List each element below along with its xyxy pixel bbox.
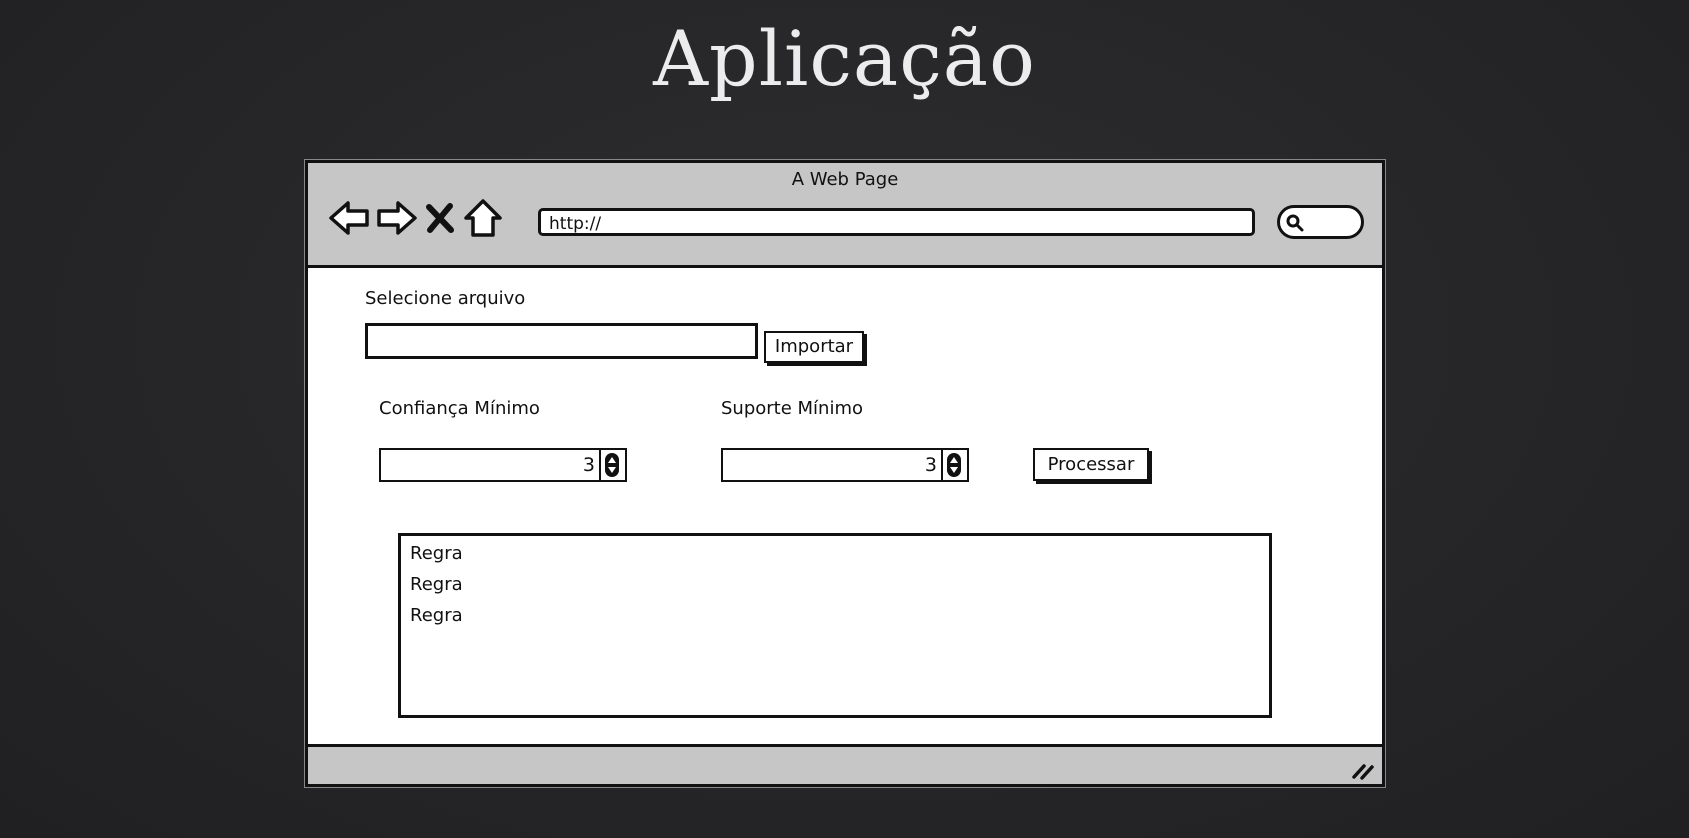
slide-title: Aplicação <box>653 14 1036 103</box>
search-field[interactable] <box>1277 205 1364 239</box>
back-arrow-icon[interactable] <box>328 197 370 239</box>
import-button[interactable]: Importar <box>764 331 864 363</box>
list-item[interactable]: Regra <box>410 540 1260 571</box>
browser-window: A Web Page http:// Selecione arquivo Imp… <box>305 160 1385 787</box>
confidence-stepper[interactable]: 3 <box>379 448 627 482</box>
stop-icon[interactable] <box>424 197 456 239</box>
support-stepper[interactable]: 3 <box>721 448 969 482</box>
window-title: A Web Page <box>791 169 899 190</box>
resize-grip-icon[interactable] <box>1350 758 1376 780</box>
list-item[interactable]: Regra <box>410 602 1260 633</box>
confidence-value: 3 <box>582 454 595 476</box>
stepper-arrows-icon[interactable] <box>599 450 625 480</box>
confidence-label: Confiança Mínimo <box>379 398 540 419</box>
file-input[interactable] <box>365 323 758 359</box>
list-item[interactable]: Regra <box>410 571 1260 602</box>
rules-list[interactable]: Regra Regra Regra <box>398 533 1272 718</box>
browser-toolbar: A Web Page http:// <box>308 163 1382 268</box>
url-bar[interactable]: http:// <box>538 208 1255 236</box>
support-value: 3 <box>924 454 937 476</box>
home-icon[interactable] <box>463 197 503 239</box>
stepper-arrows-icon[interactable] <box>941 450 967 480</box>
file-label: Selecione arquivo <box>365 288 526 309</box>
process-button[interactable]: Processar <box>1033 448 1149 481</box>
search-icon <box>1286 214 1304 232</box>
forward-arrow-icon[interactable] <box>376 197 418 239</box>
support-label: Suporte Mínimo <box>721 398 864 419</box>
page-content: Selecione arquivo Importar Confiança Mín… <box>308 268 1382 738</box>
status-bar <box>308 744 1382 784</box>
